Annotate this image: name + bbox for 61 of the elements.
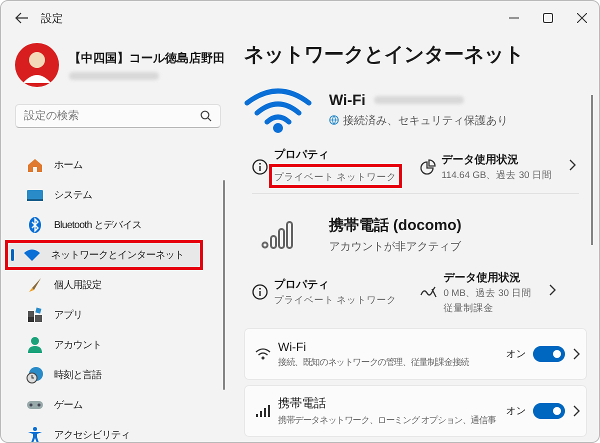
- connection-status: アカウントが非アクティブ: [329, 240, 461, 254]
- sidebar-item[interactable]: アプリ: [11, 303, 218, 327]
- nav-icon: [26, 216, 44, 234]
- sidebar-item[interactable]: 時刻と言語: [11, 363, 218, 387]
- back-arrow-icon: [15, 12, 29, 24]
- nav-icon: [26, 426, 44, 442]
- sidebar-item[interactable]: 個人用設定: [11, 273, 218, 297]
- sidebar-item[interactable]: ネットワークとインターネット: [8, 243, 200, 267]
- connection-status: 接続済み、セキュリティ保護あり: [343, 114, 508, 128]
- signal-bars-icon: [255, 404, 271, 418]
- nav-icon: [26, 336, 44, 354]
- data-usage-detail: 0 MB、過去 30 日間: [444, 286, 532, 300]
- selection-indicator: [11, 249, 14, 261]
- avatar: [15, 43, 59, 87]
- chevron-icon: [568, 159, 576, 171]
- toggle-switch[interactable]: [533, 403, 565, 419]
- close-icon: [577, 13, 587, 23]
- network-profile: プライベート ネットワーク: [274, 294, 397, 308]
- nav-icon: [26, 306, 44, 324]
- search-icon: [200, 110, 212, 122]
- nav-icon: [26, 366, 44, 384]
- toggle-label: オン: [506, 405, 526, 418]
- properties-link[interactable]: プロパティ: [274, 146, 402, 162]
- data-usage-link[interactable]: データ使用状況: [444, 270, 532, 285]
- settings-card[interactable]: 携帯電話 携帯データネットワーク、ローミング オプション、通信事 オン: [244, 385, 587, 437]
- chevron-icon: [572, 348, 580, 360]
- card-description: 接続、既知のネットワークの管理、従量制課金接続: [278, 356, 470, 368]
- chevron-icon: [548, 284, 556, 296]
- maximize-icon: [543, 13, 553, 23]
- network-profile: プライベート ネットワーク: [274, 172, 397, 182]
- chevron-icon: [572, 405, 580, 417]
- toggle-switch[interactable]: [533, 346, 565, 362]
- pie-chart-icon: [420, 159, 436, 175]
- sidebar-item[interactable]: ゲーム: [11, 393, 218, 417]
- card-description: 携帯データネットワーク、ローミング オプション、通信事: [278, 414, 498, 427]
- toggle-label: オン: [506, 348, 526, 361]
- data-usage-detail: 114.64 GB、過去 30 日間: [442, 169, 552, 182]
- info-icon: [252, 284, 268, 300]
- page-title: ネットワークとインターネット: [244, 43, 525, 68]
- card-title: Wi-Fi: [278, 340, 307, 354]
- settings-card[interactable]: Wi-Fi 接続、既知のネットワークの管理、従量制課金接続 オン: [244, 328, 587, 380]
- sidebar-item[interactable]: Bluetooth とデバイス: [11, 213, 218, 237]
- connection-name: Wi-Fi: [329, 92, 366, 109]
- sidebar-item[interactable]: システム: [11, 183, 218, 207]
- sidebar-item[interactable]: ホーム: [11, 153, 218, 177]
- data-usage-link[interactable]: データ使用状況: [442, 152, 552, 167]
- window-title: 設定: [41, 12, 63, 26]
- properties-link[interactable]: プロパティ: [274, 277, 397, 292]
- search-field[interactable]: 設定の検索: [15, 104, 221, 128]
- wifi-icon: [255, 347, 271, 361]
- connection-name: 携帯電話 (docomo): [329, 216, 462, 236]
- sidebar-item[interactable]: アカウント: [11, 333, 218, 357]
- data-usage-detail: 従量制課金: [444, 302, 494, 315]
- info-icon: [252, 159, 268, 175]
- signal-bars-icon: [261, 221, 295, 250]
- globe-icon: [329, 115, 339, 126]
- card-title: 携帯電話: [278, 395, 327, 412]
- wifi-icon: [244, 86, 312, 133]
- account-name: 【中四国】コール徳島店野田: [69, 50, 225, 67]
- nav-icon: [26, 156, 44, 174]
- sidebar-item[interactable]: アクセシビリティ: [11, 423, 218, 442]
